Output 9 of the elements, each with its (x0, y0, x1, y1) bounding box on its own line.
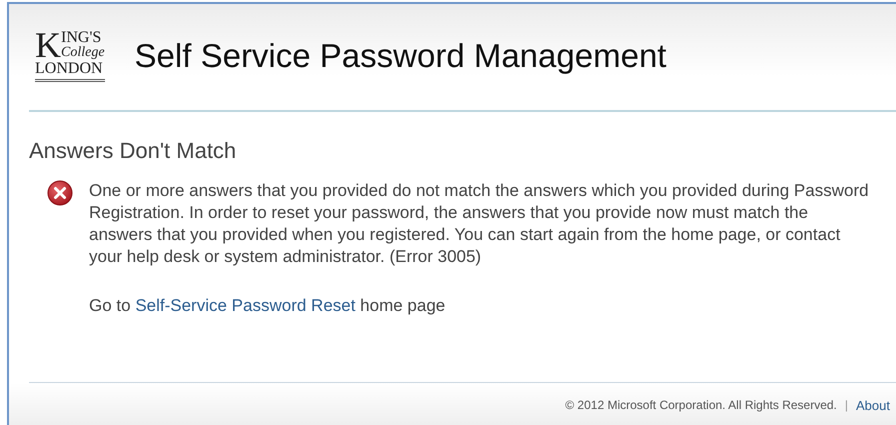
error-icon (47, 180, 73, 206)
copyright-text: © 2012 Microsoft Corporation. All Rights Reserved. (565, 398, 837, 412)
page-title: Self Service Password Management (134, 37, 666, 75)
error-message: One or more answers that you provided do not match the answers which you provided during Password Registration. In order to reset your password, the answers that you provide now must match the answers that you provided when you registered. You can start again from the home page, or contact your help desk or system administrator. (Error 3005) (89, 180, 869, 268)
footer-separator: | (844, 398, 848, 412)
error-heading: Answers Don't Match (29, 138, 238, 164)
password-reset-link[interactable]: Self-Service Password Reset (135, 296, 356, 315)
home-page-text: Go to Self-Service Password Reset home page (89, 296, 446, 316)
about-link[interactable]: About (856, 398, 890, 412)
